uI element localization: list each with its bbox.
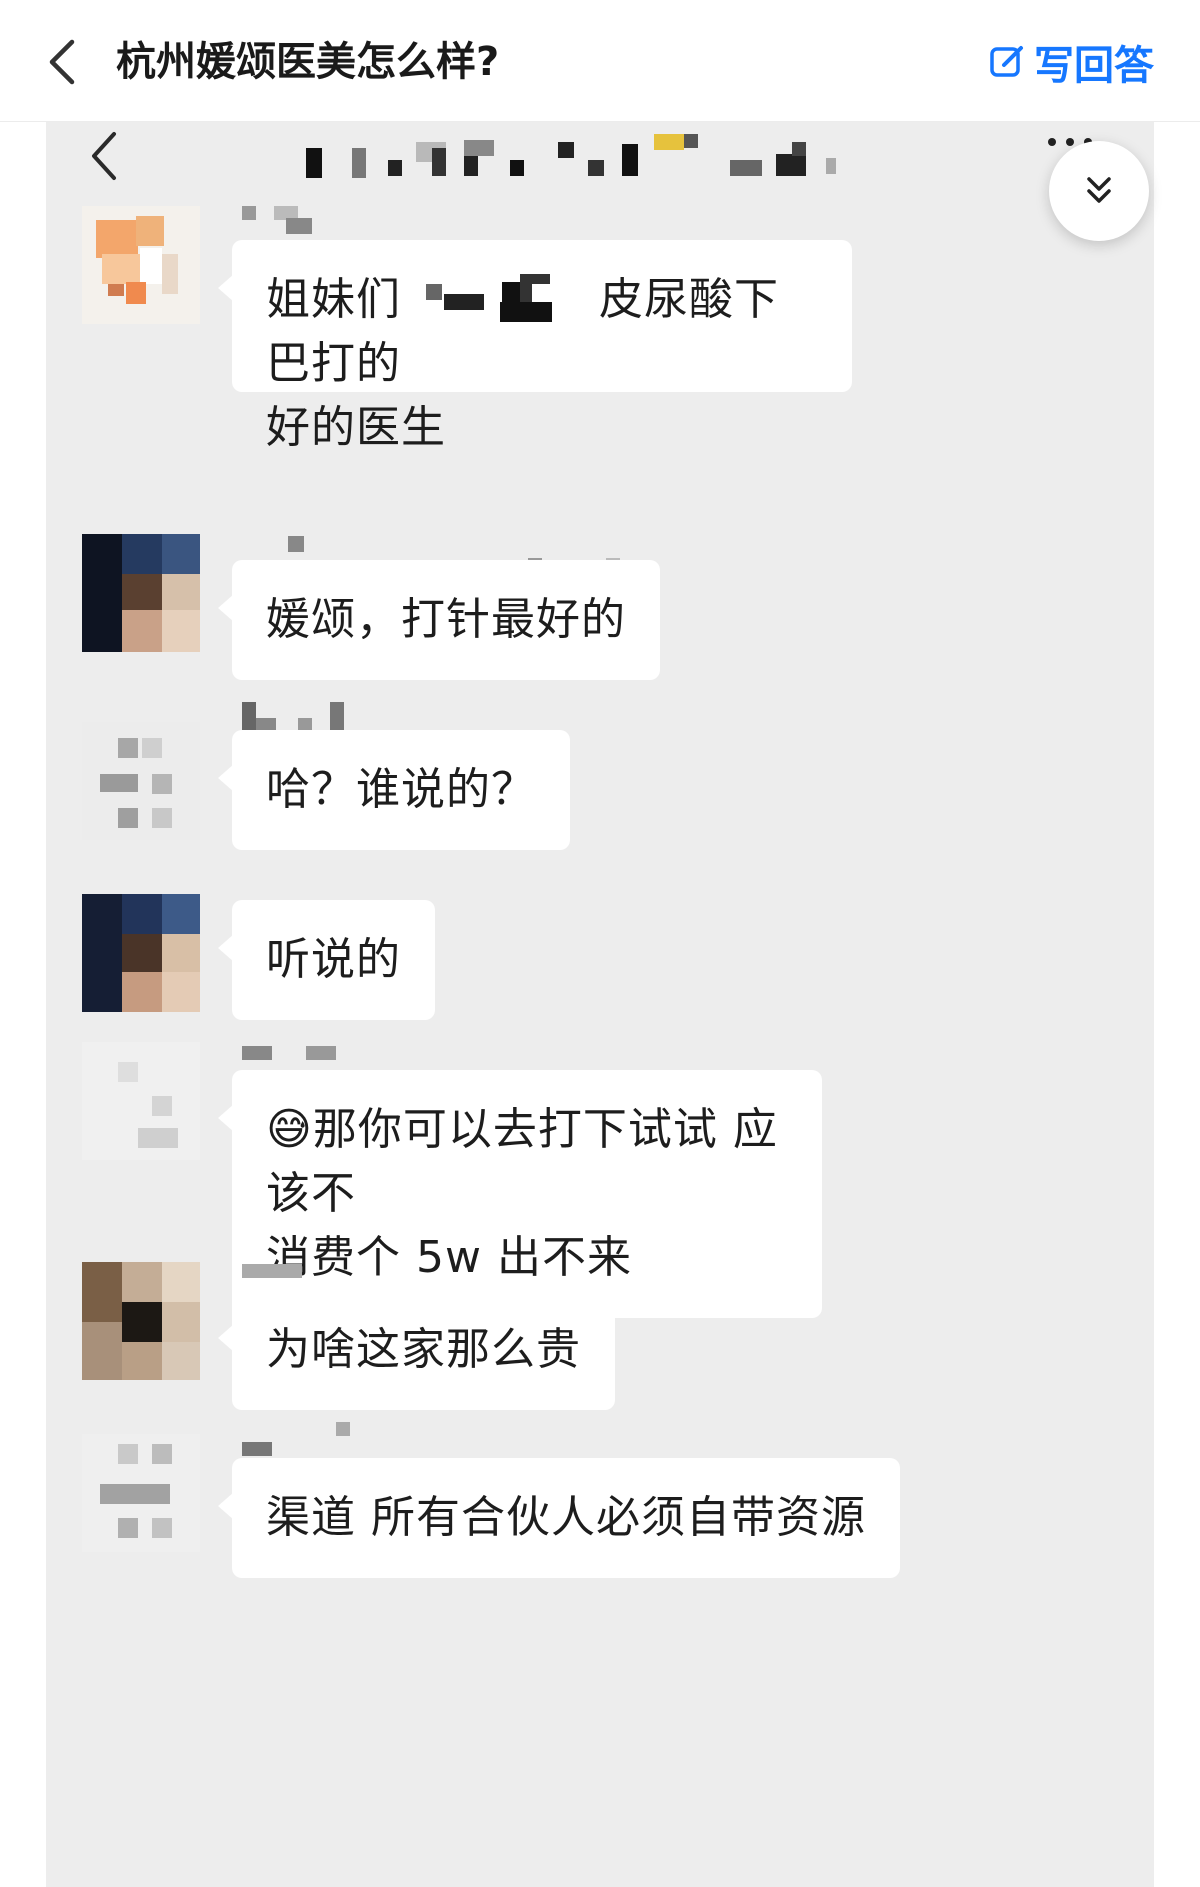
chat-back-icon	[86, 126, 126, 186]
message-text: 姐妹们	[266, 274, 401, 325]
grinning-sweat-emoji: 😅	[266, 1104, 313, 1155]
message-bubble: 哈？谁说的？	[218, 730, 570, 850]
message-bubble: 听说的	[218, 900, 435, 1020]
sender-name-redacted	[234, 702, 374, 732]
avatar	[82, 534, 200, 652]
back-icon[interactable]	[40, 36, 88, 88]
collapse-button[interactable]	[1049, 141, 1149, 241]
chat-title-redacted	[306, 134, 1006, 184]
write-answer-label: 写回答	[1034, 43, 1154, 89]
message-text: 好的医生	[266, 402, 446, 453]
redacted-text	[420, 274, 580, 330]
message-text: 渠道 所有合伙人必须自带资源	[266, 1492, 866, 1543]
avatar	[82, 206, 200, 324]
message-text: 为啥这家那么贵	[266, 1324, 581, 1375]
app-bar: 杭州媛颂医美怎么样? 写回答	[0, 0, 1200, 122]
write-answer-button[interactable]: 写回答	[988, 34, 1154, 90]
message-text: 听说的	[266, 934, 401, 985]
sender-name-redacted	[234, 1422, 374, 1456]
chat-screenshot: 姐妹们 皮尿酸下巴打的 好的医生 媛颂，打针最好的 哈？谁说的？ 听说的 😅那你…	[46, 122, 1154, 1887]
avatar	[82, 894, 200, 1012]
message-bubble: 渠道 所有合伙人必须自带资源	[218, 1458, 900, 1578]
message-text: 哈？谁说的？	[266, 764, 536, 815]
double-chevron-down-icon	[1087, 177, 1111, 203]
avatar	[82, 722, 200, 840]
avatar	[82, 1434, 200, 1552]
page-title: 杭州媛颂医美怎么样?	[116, 39, 500, 85]
sender-name-redacted	[234, 206, 374, 236]
avatar	[82, 1042, 200, 1160]
message-bubble: 姐妹们 皮尿酸下巴打的 好的医生	[218, 240, 852, 453]
avatar	[82, 1262, 200, 1380]
message-bubble: 为啥这家那么贵	[218, 1290, 615, 1410]
message-text: 那你可以去打下试试 应该不	[266, 1104, 778, 1219]
message-bubble: 媛颂，打针最好的	[218, 560, 660, 680]
edit-icon	[990, 46, 1023, 77]
message-text: 媛颂，打针最好的	[266, 594, 626, 645]
